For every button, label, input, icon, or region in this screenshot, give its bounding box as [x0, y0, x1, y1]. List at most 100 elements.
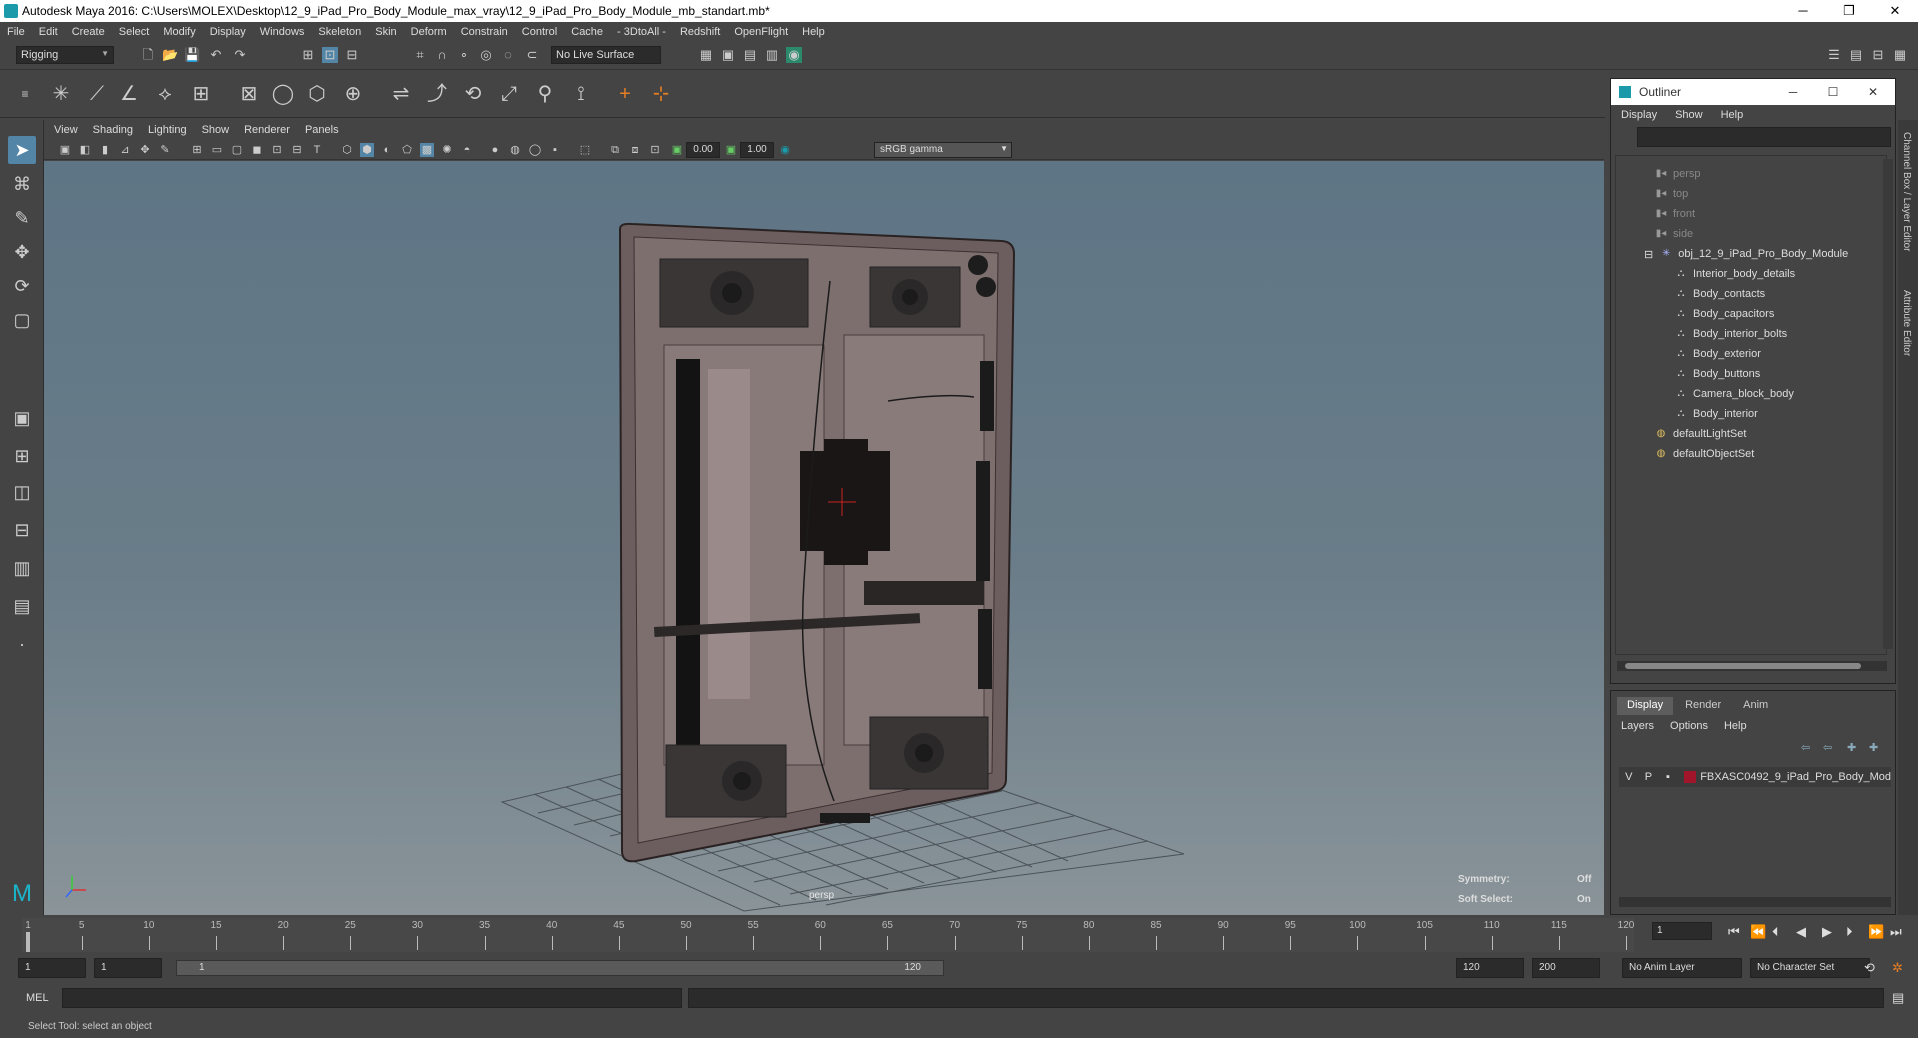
current-time-marker[interactable]: [26, 932, 30, 952]
exposure-icon[interactable]: ▣: [670, 143, 684, 157]
outliner-item[interactable]: ▮◂ front: [1654, 204, 1695, 224]
outliner-item[interactable]: ▮◂ side: [1654, 224, 1693, 244]
render-settings-icon[interactable]: ▦: [698, 47, 714, 63]
panel-menu-lighting[interactable]: Lighting: [148, 124, 187, 136]
outliner-search-input[interactable]: [1637, 127, 1891, 147]
view-transform-dropdown[interactable]: sRGB gamma: [874, 142, 1012, 158]
layer-visibility-toggle[interactable]: V: [1619, 771, 1639, 783]
script-editor-icon[interactable]: ▤: [1892, 990, 1904, 1006]
maximize-button[interactable]: ❐: [1826, 0, 1872, 22]
shadows-icon[interactable]: ◓: [460, 143, 474, 157]
outliner-close-button[interactable]: ✕: [1853, 79, 1893, 105]
outliner-minimize-button[interactable]: ─: [1773, 79, 1813, 105]
layer-color-swatch[interactable]: [1683, 771, 1697, 783]
panel-menu-renderer[interactable]: Renderer: [244, 124, 290, 136]
menu-deform[interactable]: Deform: [411, 26, 447, 38]
render-frame-icon[interactable]: ▣: [720, 47, 736, 63]
panel-menu-shading[interactable]: Shading: [93, 124, 133, 136]
select-component-icon[interactable]: ⊟: [344, 47, 360, 63]
playback-start-field[interactable]: 1: [94, 958, 162, 978]
snap-curve-icon[interactable]: ∩: [434, 47, 450, 63]
scroll-thumb[interactable]: [1625, 663, 1861, 669]
outliner-item[interactable]: ⛬ Camera_block_body: [1674, 384, 1794, 404]
go-to-end-icon[interactable]: ⏭: [1890, 924, 1902, 940]
new-scene-icon[interactable]: 🗋: [140, 47, 156, 63]
layer-scrollbar[interactable]: [1619, 897, 1891, 907]
attribute-editor-icon[interactable]: ▤: [1848, 47, 1864, 63]
move-layer-up-icon[interactable]: ⇦: [1801, 741, 1810, 754]
outliner-item[interactable]: ⛬ Body_exterior: [1674, 344, 1761, 364]
outliner-item[interactable]: ▮◂ top: [1654, 184, 1689, 204]
play-forward-icon[interactable]: ▶: [1822, 924, 1832, 940]
wireframe-icon[interactable]: ⬡: [340, 143, 354, 157]
channel-box-tab[interactable]: Channel Box / Layer Editor: [1901, 132, 1912, 252]
isolate-select-icon[interactable]: ⬚: [578, 143, 592, 157]
menu-control[interactable]: Control: [522, 26, 557, 38]
go-to-start-icon[interactable]: ⏮: [1728, 924, 1740, 940]
orient-constraint-icon[interactable]: ⟲: [460, 80, 486, 108]
outliner-layout-icon[interactable]: ⊟: [8, 516, 36, 544]
four-view-layout-icon[interactable]: ⊞: [8, 442, 36, 470]
grid-icon[interactable]: ⊞: [190, 143, 204, 157]
bind-skin-icon[interactable]: ⊠: [236, 80, 262, 108]
menu-skin[interactable]: Skin: [375, 26, 396, 38]
gate-mask-icon[interactable]: ◼: [250, 143, 264, 157]
select-object-icon[interactable]: ⊡: [322, 47, 338, 63]
menu-redshift[interactable]: Redshift: [680, 26, 720, 38]
outliner-menu-show[interactable]: Show: [1675, 109, 1703, 121]
shelf-menu-icon[interactable]: ≡: [12, 80, 38, 108]
panel-menu-view[interactable]: View: [54, 124, 78, 136]
motion-blur-icon[interactable]: ◍: [508, 143, 522, 157]
animation-end-field[interactable]: 200: [1532, 958, 1600, 978]
render-view-icon[interactable]: ▥: [764, 47, 780, 63]
move-layer-down-icon[interactable]: ⇦: [1823, 741, 1832, 754]
attribute-editor-tab[interactable]: Attribute Editor: [1901, 290, 1912, 356]
new-layer-selected-icon[interactable]: ✚: [1869, 741, 1878, 754]
image-plane-icon[interactable]: ⊿: [118, 143, 132, 157]
depth-of-field-icon[interactable]: ▪: [548, 143, 562, 157]
outliner-item[interactable]: ⛬ Body_contacts: [1674, 284, 1766, 304]
tab-anim[interactable]: Anim: [1733, 697, 1778, 715]
xray-active-icon[interactable]: ⊡: [648, 143, 662, 157]
snap-view-icon[interactable]: ◎: [478, 47, 494, 63]
menu-modify[interactable]: Modify: [163, 26, 195, 38]
menu-windows[interactable]: Windows: [260, 26, 305, 38]
bounding-box-icon[interactable]: ⬠: [400, 143, 414, 157]
anti-aliasing-icon[interactable]: ◯: [528, 143, 542, 157]
snap-point-icon[interactable]: ∘: [456, 47, 472, 63]
camera-attributes-icon[interactable]: ◧: [78, 143, 92, 157]
step-back-key-icon[interactable]: ⏪: [1750, 924, 1766, 940]
menu-3dtoall[interactable]: - 3DtoAll -: [617, 26, 666, 38]
outliner-item[interactable]: ▮◂ persp: [1654, 164, 1701, 184]
joint-tool-icon[interactable]: ✳: [48, 80, 74, 108]
lattice-icon[interactable]: ⬡: [304, 80, 330, 108]
ik-spline-icon[interactable]: ∠: [116, 80, 142, 108]
outliner-item[interactable]: ◍ defaultObjectSet: [1654, 444, 1755, 464]
outliner-item[interactable]: ⛬ Interior_body_details: [1674, 264, 1796, 284]
single-perspective-layout-icon[interactable]: ▣: [8, 404, 36, 432]
preferences-icon[interactable]: ✲: [1892, 960, 1903, 976]
safe-title-icon[interactable]: T: [310, 143, 324, 157]
color-management-icon[interactable]: ◉: [778, 143, 792, 157]
menu-create[interactable]: Create: [72, 26, 105, 38]
layer-playback-toggle[interactable]: P: [1639, 771, 1659, 783]
use-lights-icon[interactable]: ✺: [440, 143, 454, 157]
outliner-title-bar[interactable]: Outliner ─ ☐ ✕: [1611, 79, 1895, 105]
menu-skeleton[interactable]: Skeleton: [318, 26, 361, 38]
outliner-horizontal-scrollbar[interactable]: [1617, 661, 1887, 671]
textured-icon[interactable]: ▩: [420, 143, 434, 157]
menu-help[interactable]: Help: [802, 26, 825, 38]
mirror-joint-icon[interactable]: ⊞: [188, 80, 214, 108]
time-ruler[interactable]: 1 5 10 15 20 25 30 35 40 45 50 55 60 65 70 75 80 85 90 95 10…: [22, 918, 1634, 952]
safe-action-icon[interactable]: ⊟: [290, 143, 304, 157]
lasso-tool-icon[interactable]: ⌘: [8, 170, 36, 198]
bookmark-icon[interactable]: ▮: [98, 143, 112, 157]
layer-name[interactable]: FBXASC0492_9_iPad_Pro_Body_Mod: [1700, 771, 1891, 783]
command-input[interactable]: [62, 988, 682, 1008]
outliner-item[interactable]: ⛬ Body_interior: [1674, 404, 1758, 424]
step-forward-frame-icon[interactable]: ⏵: [1846, 924, 1853, 940]
current-frame-field[interactable]: 1: [1652, 922, 1712, 940]
layout-menu-icon[interactable]: ·: [8, 630, 36, 658]
ipr-render-icon[interactable]: ▤: [742, 47, 758, 63]
outliner-item[interactable]: ⛬ Body_buttons: [1674, 364, 1761, 384]
